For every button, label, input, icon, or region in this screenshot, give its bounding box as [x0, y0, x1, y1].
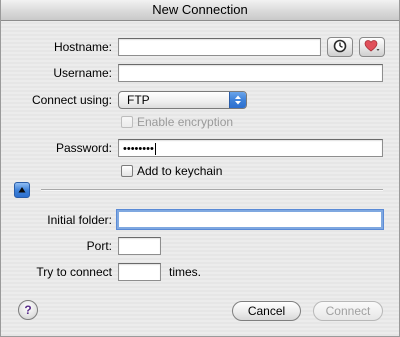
updown-arrows-icon	[229, 92, 246, 108]
times-label: times.	[169, 265, 202, 279]
password-label: Password:	[55, 141, 112, 155]
clock-icon	[333, 39, 347, 56]
password-field[interactable]: ••••••••	[118, 139, 383, 157]
help-button[interactable]: ?	[18, 300, 38, 320]
try-count-field[interactable]	[118, 263, 161, 281]
hostname-field[interactable]	[118, 38, 321, 56]
heart-icon	[364, 39, 380, 56]
new-connection-window: New Connection Hostname: Username: Conne…	[0, 0, 400, 337]
disclosure-button[interactable]	[14, 182, 30, 198]
enable-encryption-label: Enable encryption	[137, 115, 234, 129]
port-field[interactable]	[118, 237, 161, 255]
initial-folder-label: Initial folder:	[47, 213, 112, 227]
username-label: Username:	[53, 66, 112, 80]
password-value: ••••••••	[123, 143, 154, 155]
connect-using-popup[interactable]: FTP	[118, 91, 247, 109]
add-to-keychain-label: Add to keychain	[137, 164, 223, 178]
history-button[interactable]	[327, 37, 353, 57]
cancel-button[interactable]: Cancel	[232, 301, 301, 321]
port-label: Port:	[86, 239, 112, 253]
username-field[interactable]	[118, 64, 383, 82]
window-title: New Connection	[1, 0, 399, 21]
connect-button[interactable]: Connect	[313, 301, 383, 321]
add-to-keychain-checkbox[interactable]	[121, 165, 133, 177]
connect-using-value: FTP	[127, 93, 150, 107]
initial-folder-field[interactable]	[117, 210, 383, 229]
text-caret	[154, 142, 156, 155]
favorites-button[interactable]	[359, 37, 385, 57]
enable-encryption-checkbox[interactable]	[121, 116, 133, 128]
connect-using-label: Connect using:	[31, 93, 112, 107]
hostname-label: Hostname:	[53, 40, 112, 54]
try-to-connect-label: Try to connect	[36, 265, 112, 279]
section-separator	[41, 189, 383, 191]
